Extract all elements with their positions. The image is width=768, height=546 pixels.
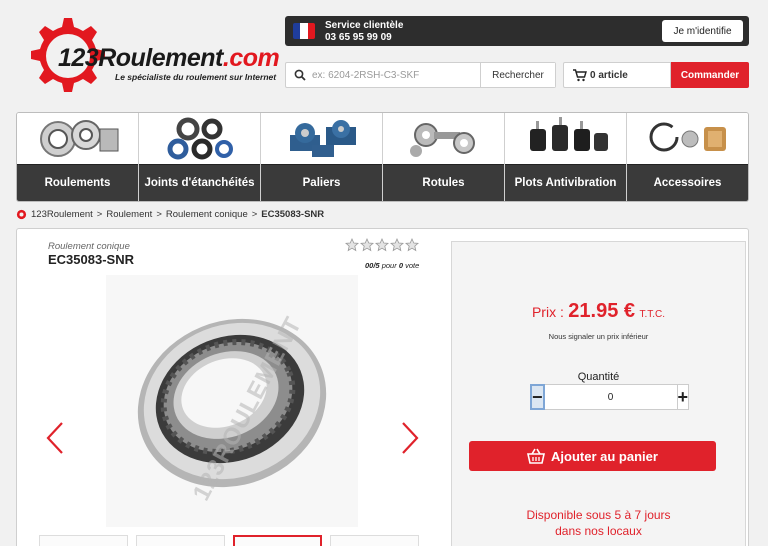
product-thumbnail[interactable] <box>136 535 225 546</box>
nav-label: Roulements <box>17 163 138 201</box>
thumbnail-strip <box>39 535 420 546</box>
nav-item-accessoires[interactable]: Accessoires <box>627 113 748 201</box>
quantity-stepper: − + <box>530 384 690 410</box>
product-thumbnail[interactable] <box>39 535 128 546</box>
category-nav: Roulements Joints d'étanchéités Paliers <box>16 112 749 202</box>
service-title: Service clientèle <box>325 20 404 31</box>
search-input[interactable] <box>312 64 480 86</box>
search-bar: Rechercher <box>285 62 556 88</box>
breadcrumb-roulement[interactable]: Roulement <box>106 209 152 220</box>
customer-service-bar: Service clientèle 03 65 95 99 09 Je m'id… <box>285 16 749 46</box>
star-empty-icon[interactable] <box>360 238 374 252</box>
search-icon <box>294 69 306 81</box>
breadcrumb-separator: > <box>96 209 103 220</box>
nav-item-rotules[interactable]: Rotules <box>383 113 505 201</box>
add-to-cart-button[interactable]: Ajouter au panier <box>469 441 716 471</box>
site-logo[interactable]: 123Roulement.com Le spécialiste du roule… <box>18 10 280 102</box>
nav-label: Accessoires <box>627 163 748 201</box>
search-button[interactable]: Rechercher <box>480 63 555 87</box>
breadcrumb: 123Roulement > Roulement > Roulement con… <box>16 209 324 220</box>
nav-item-plots[interactable]: Plots Antivibration <box>505 113 627 201</box>
price-value: 21.95 € <box>568 300 636 322</box>
quantity-label: Quantité <box>577 371 620 383</box>
product-reference: EC35083-SNR <box>48 252 134 267</box>
next-image-arrow-icon[interactable] <box>400 421 420 455</box>
bearing-units-image <box>261 113 382 164</box>
home-gear-icon <box>16 209 27 220</box>
nav-label: Plots Antivibration <box>505 163 626 201</box>
report-lower-price-link[interactable]: Nous signaler un prix inférieur <box>452 332 745 341</box>
product-category: Roulement conique <box>48 241 130 252</box>
rating-summary: 00/5 pour 0 vote <box>365 261 420 270</box>
purchase-box: Prix : 21.95 € T.T.C. Nous signaler un p… <box>451 241 746 546</box>
star-empty-icon[interactable] <box>375 238 389 252</box>
star-empty-icon[interactable] <box>405 238 419 252</box>
order-button[interactable]: Commander <box>671 62 749 88</box>
accessories-image <box>627 113 748 164</box>
add-to-cart-label: Ajouter au panier <box>551 448 658 464</box>
breadcrumb-separator: > <box>251 209 258 220</box>
nav-label: Paliers <box>261 163 382 201</box>
breadcrumb-current: EC35083-SNR <box>261 209 325 220</box>
logo-tagline: Le spécialiste du roulement sur Internet <box>115 72 277 82</box>
previous-image-arrow-icon[interactable] <box>45 421 65 455</box>
rod-ends-image <box>383 113 504 164</box>
product-thumbnail[interactable] <box>330 535 420 546</box>
rating-stars[interactable] <box>345 238 419 252</box>
nav-item-joints[interactable]: Joints d'étanchéités <box>139 113 261 201</box>
nav-item-roulements[interactable]: Roulements <box>17 113 139 201</box>
cart-count: 0 article <box>590 70 628 81</box>
tapered-bearing-image <box>137 318 327 488</box>
seals-image <box>139 113 260 164</box>
availability-text: Disponible sous 5 à 7 jours dans nos loc… <box>526 508 671 538</box>
quantity-decrease-button[interactable]: − <box>530 384 545 410</box>
product-panel: Roulement conique EC35083-SNR 00/5 pour … <box>16 228 749 546</box>
basket-icon <box>527 448 546 464</box>
product-photo[interactable]: 123ROULEMENT <box>106 275 358 527</box>
bearings-image <box>17 113 138 164</box>
star-empty-icon[interactable] <box>345 238 359 252</box>
breadcrumb-separator: > <box>156 209 162 220</box>
service-phone[interactable]: 03 65 95 99 09 <box>325 32 392 43</box>
anti-vibration-mounts-image <box>505 113 626 164</box>
france-flag-icon <box>293 23 315 39</box>
breadcrumb-home[interactable]: 123Roulement <box>31 209 93 220</box>
login-button[interactable]: Je m'identifie <box>662 20 743 42</box>
quantity-increase-button[interactable]: + <box>676 384 690 410</box>
nav-label: Joints d'étanchéités <box>139 163 260 201</box>
nav-label: Rotules <box>383 163 504 201</box>
logo-wordmark: 123Roulement.com <box>58 44 280 72</box>
quantity-input[interactable] <box>544 384 677 410</box>
breadcrumb-roulement-conique[interactable]: Roulement conique <box>166 209 248 220</box>
nav-item-paliers[interactable]: Paliers <box>261 113 383 201</box>
cart-icon <box>573 69 587 82</box>
product-thumbnail-selected[interactable] <box>233 535 323 546</box>
cart-summary[interactable]: 0 article <box>563 62 671 88</box>
star-empty-icon[interactable] <box>390 238 404 252</box>
price: Prix : 21.95 € T.T.C. <box>531 300 666 322</box>
